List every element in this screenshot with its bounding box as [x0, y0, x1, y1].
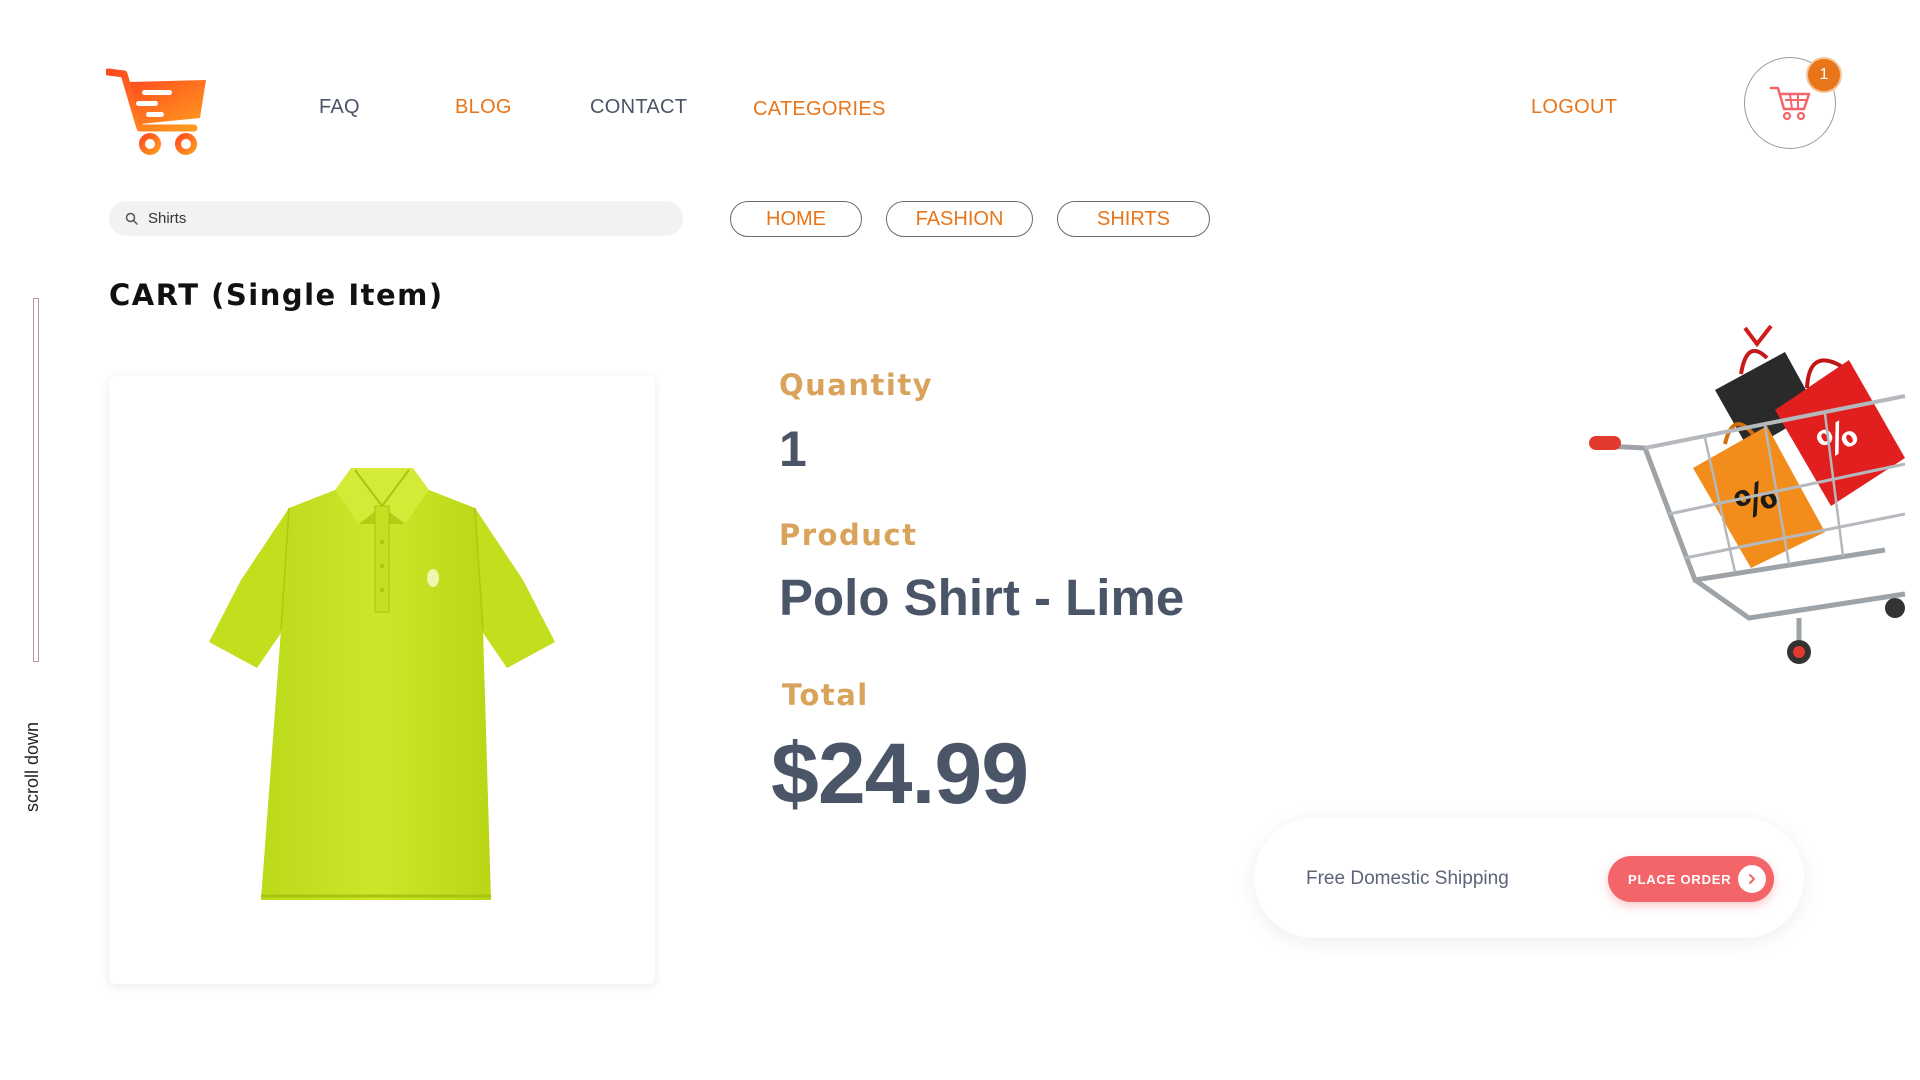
search-icon	[125, 212, 138, 225]
nav-blog[interactable]: BLOG	[455, 96, 512, 119]
nav-faq[interactable]: FAQ	[319, 96, 360, 119]
total-price: $24.99	[771, 726, 1029, 822]
scroll-indicator[interactable]	[33, 298, 39, 662]
scroll-down-label: scroll down	[22, 721, 42, 812]
nav-categories[interactable]: CATEGORIES	[753, 98, 886, 121]
breadcrumb-home[interactable]: HOME	[730, 201, 862, 237]
cart-count-badge: 1	[1806, 57, 1842, 93]
order-summary-bar: Free Domestic Shipping PLACE ORDER	[1254, 818, 1804, 938]
nav-contact[interactable]: CONTACT	[590, 96, 687, 119]
search-bar	[109, 201, 683, 236]
shopping-cart-illustration: % %	[1589, 324, 1906, 664]
page-title: CART (Single Item)	[109, 278, 444, 312]
shipping-info: Free Domestic Shipping	[1306, 868, 1509, 889]
product-name: Polo Shirt - Lime	[779, 569, 1185, 626]
product-image	[209, 468, 555, 900]
breadcrumb-fashion[interactable]: FASHION	[886, 201, 1033, 237]
nav-logout[interactable]: LOGOUT	[1531, 96, 1617, 119]
search-input[interactable]	[148, 210, 648, 227]
quantity-value: 1	[779, 421, 807, 477]
place-order-label: PLACE ORDER	[1628, 871, 1732, 887]
cart-icon	[1769, 86, 1811, 121]
place-order-button[interactable]: PLACE ORDER	[1608, 856, 1774, 902]
product-label: Product	[779, 518, 918, 552]
logo-cart-icon[interactable]	[106, 68, 210, 158]
product-image-card	[109, 376, 655, 984]
total-label: Total	[782, 678, 869, 712]
breadcrumb-shirts[interactable]: SHIRTS	[1057, 201, 1210, 237]
chevron-right-icon	[1738, 865, 1766, 893]
quantity-label: Quantity	[779, 368, 934, 402]
